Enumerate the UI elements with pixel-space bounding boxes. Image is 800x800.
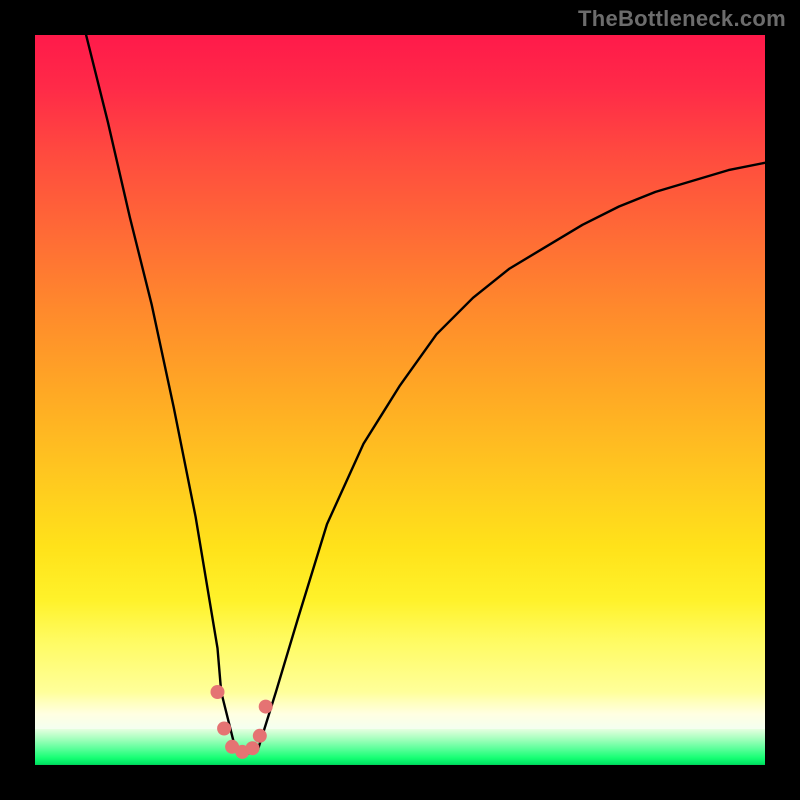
curve-marker	[217, 722, 231, 736]
marker-group	[211, 685, 273, 759]
curve-marker	[246, 741, 260, 755]
plot-area	[35, 35, 765, 765]
chart-frame: TheBottleneck.com	[0, 0, 800, 800]
bottleneck-curve	[86, 35, 765, 754]
curve-marker	[253, 729, 267, 743]
curve-marker	[259, 700, 273, 714]
watermark-text: TheBottleneck.com	[578, 6, 786, 32]
curve-marker	[211, 685, 225, 699]
curve-layer	[35, 35, 765, 765]
